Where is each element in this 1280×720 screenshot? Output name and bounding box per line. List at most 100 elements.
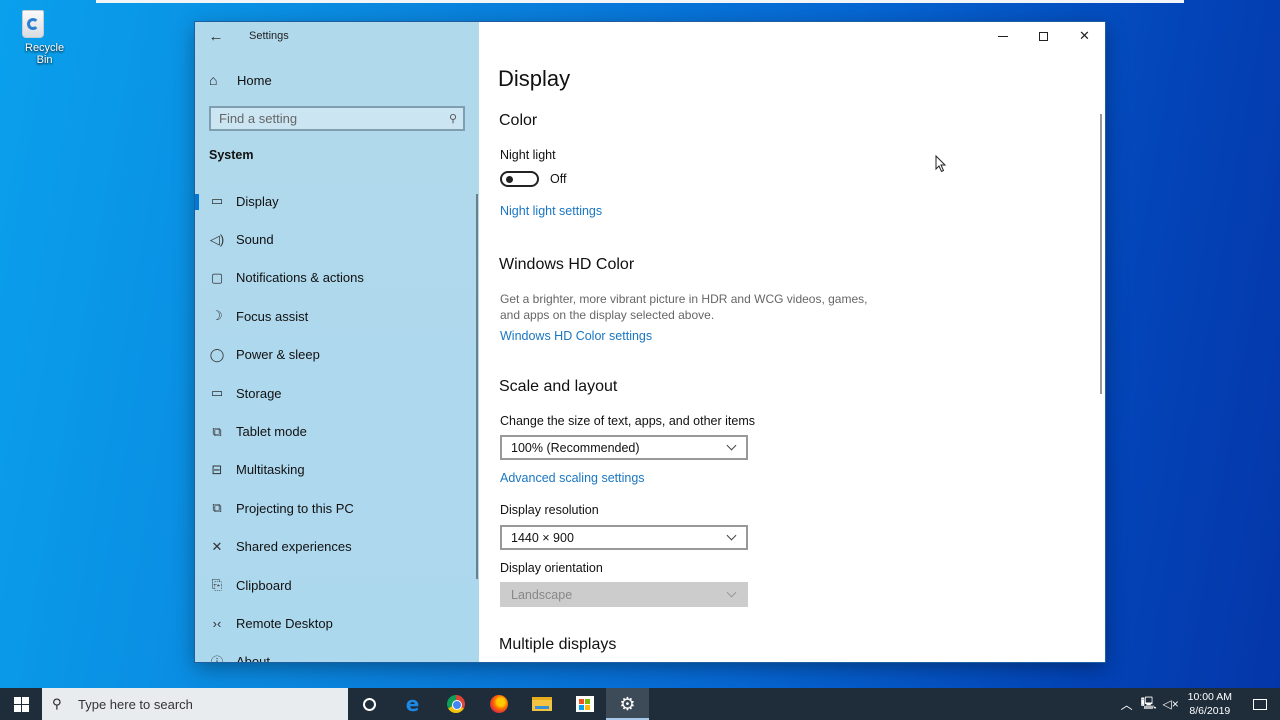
toggle-knob: [506, 176, 513, 183]
chevron-up-icon[interactable]: ︿: [1116, 696, 1138, 713]
hd-color-description: Get a brighter, more vibrant picture in …: [500, 292, 868, 322]
clipboard-icon: ⎘: [211, 577, 223, 593]
moon-icon: ☽: [211, 308, 223, 324]
sidebar-item-display[interactable]: ▭ Display: [195, 182, 479, 220]
night-light-settings-link[interactable]: Night light settings: [500, 204, 602, 218]
background-window-edge: [96, 0, 1184, 3]
sidebar-item-label: Notifications & actions: [236, 270, 364, 286]
sidebar-item-label: Projecting to this PC: [236, 500, 354, 516]
multitasking-icon: ⊟: [211, 461, 223, 477]
chrome-icon: [446, 695, 465, 713]
settings-gear-icon: ⚙: [619, 693, 636, 714]
main-scrollbar[interactable]: [1100, 114, 1102, 394]
sidebar-item-label: Display: [236, 193, 279, 209]
sidebar-item-about[interactable]: ⓘ About: [195, 643, 479, 662]
chevron-down-icon: [726, 589, 738, 601]
file-explorer-icon: [531, 697, 552, 711]
shared-experiences-icon: ✕: [211, 538, 223, 554]
search-icon[interactable]: ⚲: [443, 112, 463, 125]
sidebar-item-power-sleep[interactable]: ◯ Power & sleep: [195, 336, 479, 374]
scale-value: 100% (Recommended): [511, 440, 640, 455]
maximize-icon: [1039, 31, 1048, 41]
sidebar-scrollbar[interactable]: [476, 194, 478, 579]
sidebar-item-storage[interactable]: ▭ Storage: [195, 374, 479, 412]
minimize-icon: [997, 35, 1008, 37]
sidebar-item-multitasking[interactable]: ⊟ Multitasking: [195, 451, 479, 489]
notification-icon: ▢: [210, 269, 224, 285]
page-title: Display: [498, 66, 571, 91]
chevron-down-icon: [726, 532, 738, 544]
maximize-button[interactable]: [1023, 22, 1064, 50]
projecting-icon: ⧉: [212, 500, 222, 516]
close-button[interactable]: ✕: [1064, 22, 1105, 50]
volume-muted-icon[interactable]: ◁×: [1160, 697, 1182, 711]
sidebar-item-shared-experiences[interactable]: ✕ Shared experiences: [195, 528, 479, 566]
window-controls: ✕: [982, 22, 1105, 50]
color-heading: Color: [499, 112, 538, 129]
resolution-value: 1440 × 900: [511, 530, 574, 545]
taskbar-store[interactable]: [563, 688, 606, 720]
orientation-label: Display orientation: [500, 561, 603, 575]
sidebar-item-clipboard[interactable]: ⎘ Clipboard: [195, 566, 479, 604]
minimize-button[interactable]: [982, 22, 1023, 50]
info-icon: ⓘ: [208, 652, 226, 662]
title-bar[interactable]: ← Settings: [195, 22, 479, 52]
scale-layout-heading: Scale and layout: [499, 378, 618, 395]
taskbar-chrome[interactable]: [434, 688, 477, 720]
back-button[interactable]: ←: [205, 26, 227, 48]
sidebar-item-focus-assist[interactable]: ☽ Focus assist: [195, 297, 479, 335]
taskbar-edge[interactable]: e: [391, 688, 434, 720]
scale-dropdown[interactable]: 100% (Recommended): [500, 435, 748, 460]
search-placeholder: Find a setting: [219, 111, 298, 126]
multiple-displays-heading: Multiple displays: [499, 636, 617, 653]
sidebar-nav: ▭ Display ◁) Sound ▢ Notifications & act…: [195, 182, 479, 662]
sidebar-item-label: Storage: [236, 385, 282, 401]
system-tray: ︿ 🖳 ◁× 10:00 AM 8/6/2019: [1116, 688, 1280, 720]
window-title: Settings: [249, 30, 289, 42]
sidebar-item-label: Shared experiences: [236, 539, 352, 555]
close-icon: ✕: [1079, 28, 1090, 43]
sidebar-item-label: About: [236, 654, 270, 662]
find-setting-input[interactable]: Find a setting ⚲: [209, 106, 465, 131]
edge-icon: e: [405, 692, 420, 716]
taskbar: ⚲ Type here to search e ⚙ ︿ 🖳 ◁× 10:00 A…: [0, 688, 1280, 720]
sidebar-item-projecting[interactable]: ⧉ Projecting to this PC: [195, 489, 479, 527]
sidebar-item-home[interactable]: ⌂ Home: [195, 68, 479, 92]
cortana-icon: [363, 697, 376, 711]
taskbar-search-input[interactable]: ⚲ Type here to search: [42, 688, 348, 720]
search-icon: ⚲: [52, 696, 62, 711]
back-arrow-icon: ←: [208, 28, 224, 45]
scale-label: Change the size of text, apps, and other…: [500, 414, 756, 428]
store-icon: [575, 696, 594, 712]
orientation-dropdown: Landscape: [500, 582, 748, 607]
advanced-scaling-link[interactable]: Advanced scaling settings: [500, 471, 645, 485]
start-button[interactable]: [0, 688, 42, 720]
section-label: System: [209, 148, 254, 162]
sidebar-item-sound[interactable]: ◁) Sound: [195, 220, 479, 258]
sidebar-item-label: Tablet mode: [236, 424, 307, 440]
storage-icon: ▭: [210, 385, 224, 401]
desktop-icon-recycle-bin[interactable]: Recycle Bin: [4, 6, 64, 66]
sidebar-item-tablet-mode[interactable]: ⧉ Tablet mode: [195, 412, 479, 450]
sidebar-item-notifications[interactable]: ▢ Notifications & actions: [195, 259, 479, 297]
main-content: ✕ Display Color Night light Off Night li…: [479, 22, 1105, 662]
clock[interactable]: 10:00 AM 8/6/2019: [1188, 690, 1232, 718]
sidebar-item-label: Sound: [236, 232, 274, 248]
sidebar-item-remote-desktop[interactable]: ›‹ Remote Desktop: [195, 604, 479, 642]
taskbar-firefox[interactable]: [477, 688, 520, 720]
tablet-mode-icon: ⧉: [212, 423, 222, 439]
taskbar-file-explorer[interactable]: [520, 688, 563, 720]
hd-color-settings-link[interactable]: Windows HD Color settings: [500, 329, 652, 343]
taskbar-cortana[interactable]: [348, 688, 391, 720]
firefox-icon: [489, 695, 508, 713]
network-icon[interactable]: 🖳: [1138, 694, 1160, 715]
action-center-button[interactable]: [1240, 688, 1280, 720]
taskbar-settings[interactable]: ⚙: [606, 688, 649, 720]
recycle-bin-icon: [18, 6, 48, 40]
resolution-dropdown[interactable]: 1440 × 900: [500, 525, 748, 550]
sidebar-item-label: Power & sleep: [236, 347, 320, 363]
sidebar-item-label: Home: [237, 72, 272, 88]
clock-time: 10:00 AM: [1187, 691, 1232, 703]
sidebar-item-label: Multitasking: [236, 462, 305, 478]
night-light-toggle[interactable]: [500, 171, 539, 187]
